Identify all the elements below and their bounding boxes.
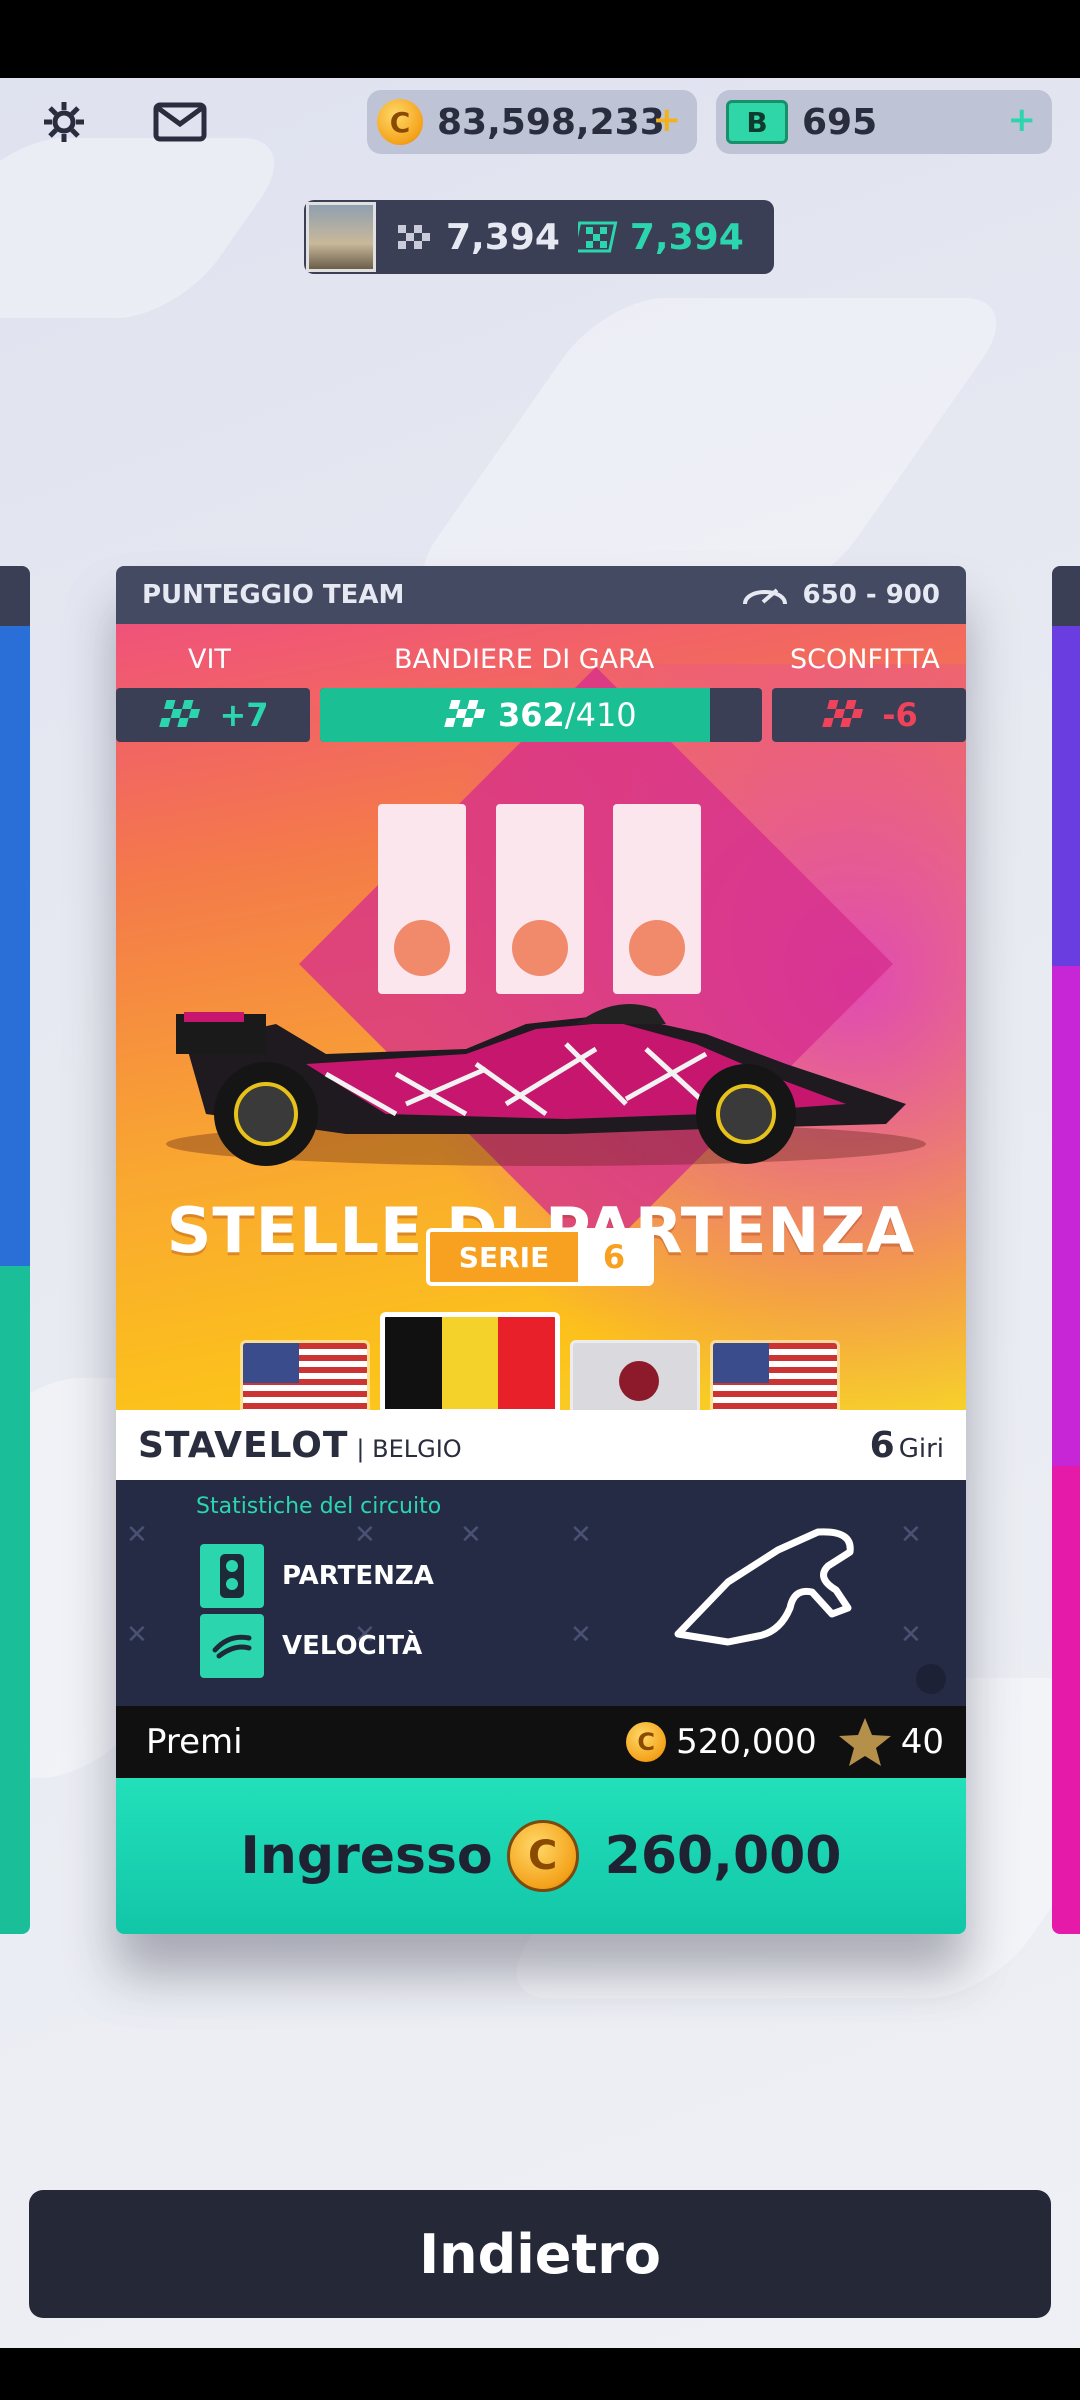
add-bucks-plus-icon[interactable]: + bbox=[1008, 100, 1037, 140]
coin-icon: C bbox=[626, 1722, 667, 1762]
back-button[interactable]: Indietro bbox=[29, 2190, 1051, 2318]
prizes-bar: Premi C 520,000 40 bbox=[116, 1706, 966, 1778]
speedometer-icon bbox=[742, 588, 787, 605]
top-bar: C 83,598,233 + B 695 + bbox=[0, 78, 1080, 168]
flag-usa-icon[interactable] bbox=[710, 1340, 840, 1410]
circuit-country: | BELGIO bbox=[356, 1434, 462, 1463]
upcoming-circuits-flags bbox=[116, 1304, 966, 1410]
race-flags-progress: 362/410 bbox=[320, 688, 762, 742]
flag-belgium-icon[interactable] bbox=[380, 1312, 560, 1410]
coins-balance[interactable]: C 83,598,233 + bbox=[367, 90, 697, 154]
checkered-flag-icon bbox=[444, 700, 486, 727]
circuit-stats-panel: ✕ ✕ ✕ ✕ ✕ ✕ ✕ ✕ ✕ Statistiche del circui… bbox=[116, 1480, 966, 1706]
laps-count: 6 bbox=[869, 1424, 895, 1466]
flag-japan-icon[interactable] bbox=[570, 1340, 700, 1410]
series-badge: SERIE 6 bbox=[426, 1228, 654, 1286]
avatar bbox=[306, 202, 376, 272]
mail-icon[interactable] bbox=[150, 92, 210, 152]
win-reward: +7 bbox=[116, 688, 310, 742]
circuit-name: STAVELOT bbox=[138, 1424, 349, 1466]
loss-penalty: -6 bbox=[772, 688, 966, 742]
star-icon bbox=[838, 1718, 891, 1766]
profile-bar[interactable]: 7,394 7,394 bbox=[304, 200, 774, 274]
entry-button[interactable]: Ingresso C 260,000 bbox=[116, 1778, 966, 1934]
circuit-map-icon bbox=[674, 1528, 854, 1646]
bucks-icon: B bbox=[726, 100, 788, 144]
flag-usa-icon[interactable] bbox=[240, 1340, 370, 1410]
team-score-header: PUNTEGGIO TEAM 650 - 900 bbox=[116, 566, 966, 624]
previous-event-card[interactable] bbox=[0, 566, 30, 1934]
info-dot-icon[interactable] bbox=[916, 1664, 946, 1694]
checkered-flag-icon bbox=[398, 225, 430, 249]
add-coins-plus-icon[interactable]: + bbox=[653, 100, 682, 140]
coin-icon: C bbox=[506, 1820, 579, 1892]
race-car-image bbox=[166, 1004, 926, 1166]
event-card[interactable]: PUNTEGGIO TEAM 650 - 900 VIT BANDIERE DI… bbox=[116, 566, 966, 1934]
team-flag-icon bbox=[577, 221, 618, 253]
bucks-balance[interactable]: B 695 + bbox=[716, 90, 1052, 154]
settings-gear-icon[interactable] bbox=[34, 92, 94, 152]
next-event-card[interactable] bbox=[1052, 566, 1080, 1934]
checkered-flag-icon bbox=[159, 700, 201, 727]
speed-icon bbox=[200, 1614, 264, 1678]
start-lights-icon bbox=[200, 1544, 264, 1608]
checkered-flag-icon bbox=[822, 700, 864, 727]
coin-icon: C bbox=[377, 99, 423, 145]
circuit-info-bar: STAVELOT | BELGIO 6 Giri bbox=[116, 1410, 966, 1480]
event-artwork: VIT BANDIERE DI GARA SCONFITTA +7 362/41… bbox=[116, 624, 966, 1410]
